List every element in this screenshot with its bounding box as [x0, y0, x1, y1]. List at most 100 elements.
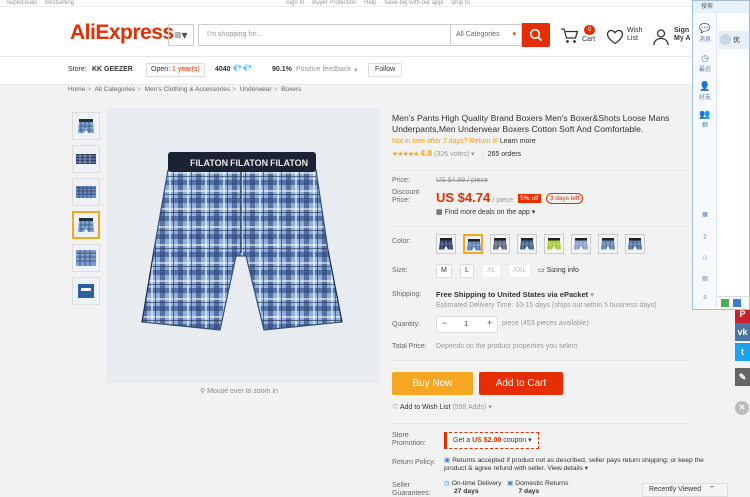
- logo-text: AliExpress: [70, 21, 174, 44]
- cart-link[interactable]: 0 Cart: [560, 25, 600, 49]
- chat-search[interactable]: 搜索: [693, 1, 749, 13]
- add-to-cart-button[interactable]: Add to Cart: [479, 372, 563, 395]
- settings-icon[interactable]: [733, 299, 741, 307]
- product-thumbnail[interactable]: [72, 145, 100, 173]
- product-page: SuperDeals Bestselling Sign In Buyer Pro…: [0, 0, 750, 497]
- clock-icon: ◷: [701, 53, 709, 63]
- recently-viewed-tab[interactable]: Recently Viewed ⌃: [642, 483, 728, 497]
- add-user-icon[interactable]: ⚇: [695, 255, 715, 262]
- heart-icon: ♡: [392, 404, 399, 411]
- chevron-down-icon[interactable]: ▾: [354, 66, 358, 74]
- plus-button[interactable]: +: [487, 318, 492, 328]
- open-value: 1 year(s): [172, 66, 200, 73]
- store-score[interactable]: 4040: [215, 66, 231, 73]
- breadcrumb-item[interactable]: All Categories: [95, 86, 135, 93]
- size-option-xl[interactable]: XL: [482, 264, 501, 278]
- color-swatch[interactable]: [598, 234, 618, 254]
- chat-search-placeholder: 搜索: [701, 4, 714, 10]
- heart-icon: [606, 29, 624, 45]
- size-option-xxl[interactable]: XXL: [508, 264, 532, 278]
- price-unit: / piece: [492, 197, 514, 204]
- breadcrumb-item[interactable]: Underwear: [240, 86, 272, 93]
- breadcrumb-item[interactable]: Home: [68, 86, 85, 93]
- vk-icon[interactable]: vk: [735, 323, 750, 341]
- wishlist-link[interactable]: Wish List: [606, 27, 646, 49]
- chat-tab-groups[interactable]: 👥 群: [695, 109, 715, 129]
- phone-icon[interactable]: ▯: [695, 233, 715, 240]
- category-menu-button[interactable]: ≡▾: [168, 24, 194, 46]
- group-icon: 👥: [699, 109, 711, 119]
- sizing-info-link[interactable]: ▭ Sizing info: [538, 266, 579, 274]
- view-details-link[interactable]: View details: [547, 465, 583, 472]
- product-thumbnail[interactable]: [72, 244, 100, 272]
- product-thumbnail[interactable]: [72, 277, 100, 305]
- guarantee-2: Domestic Returns: [515, 480, 569, 487]
- quantity-input[interactable]: 1: [464, 319, 468, 328]
- learn-more-link[interactable]: Learn more: [500, 138, 536, 145]
- chat-tab-friends[interactable]: 👤 好友: [695, 81, 715, 101]
- breadcrumb-item[interactable]: Boxers: [281, 86, 301, 93]
- guarantee-1: On-time Delivery: [451, 480, 502, 487]
- top-link-bestselling[interactable]: Bestselling: [45, 0, 74, 6]
- top-link-superdeals[interactable]: SuperDeals: [6, 0, 37, 6]
- product-info: Men's Pants High Quality Brand Boxers Me…: [392, 113, 690, 158]
- chevron-down-icon: ▾: [590, 290, 594, 299]
- color-swatch[interactable]: [517, 234, 537, 254]
- chat-tab-recent[interactable]: ◷ 最近: [695, 53, 715, 73]
- main-product-image[interactable]: FILATON FILATON FILATON: [106, 108, 380, 383]
- product-thumbnail[interactable]: [72, 178, 100, 206]
- color-swatch[interactable]: [490, 234, 510, 254]
- product-thumbnail-selected[interactable]: [72, 211, 100, 239]
- follow-button[interactable]: Follow: [368, 63, 403, 77]
- color-swatch[interactable]: [463, 234, 483, 254]
- account-link[interactable]: Sign My A: [652, 27, 692, 49]
- breadcrumb-item[interactable]: Men's Clothing & Accessories: [145, 86, 230, 93]
- menu-icon[interactable]: ≡: [695, 295, 715, 301]
- product-thumbnail[interactable]: [72, 112, 100, 140]
- days-left-badge: 3 days left: [545, 193, 584, 204]
- apps-icon[interactable]: ▦: [695, 211, 715, 218]
- top-link-app[interactable]: Save big with our app!: [384, 0, 443, 6]
- add-to-wishlist-link[interactable]: ♡ Add to Wish List (598 Adds) ▾: [392, 403, 492, 411]
- color-swatch[interactable]: [625, 234, 645, 254]
- guarantee-2-days: 7 days: [518, 488, 540, 495]
- folder-icon[interactable]: ▤: [695, 275, 715, 282]
- coupon-button[interactable]: Get a US $2.00 coupon ▾: [444, 432, 539, 449]
- edit-icon[interactable]: ✎: [735, 368, 750, 386]
- chat-contact[interactable]: 优: [718, 31, 749, 49]
- twitter-icon[interactable]: t: [735, 343, 750, 361]
- price-value: US $4.74: [436, 190, 491, 205]
- top-link-shipto[interactable]: Ship to: [451, 0, 470, 6]
- boxer-swatch-image: [601, 238, 615, 250]
- top-link-protection[interactable]: Buyer Protection: [312, 0, 356, 6]
- top-link-help[interactable]: Help: [364, 0, 376, 6]
- category-select-value: All Categories: [456, 31, 500, 38]
- chat-tab-messages[interactable]: 💬 消息: [695, 23, 715, 43]
- boxer-swatch-image: [493, 238, 507, 250]
- color-swatch[interactable]: [436, 234, 456, 254]
- app-deals-link[interactable]: ▦ Find more deals on the app ▾: [436, 208, 535, 216]
- shipping-method[interactable]: Free Shipping to United States via ePack…: [436, 290, 594, 299]
- contact-label: 优: [733, 37, 740, 44]
- search-input[interactable]: I'm shopping for...: [198, 24, 450, 46]
- size-option-l[interactable]: L: [460, 264, 474, 278]
- close-icon[interactable]: ✕: [735, 401, 749, 415]
- original-price: US $4.99 / piece: [436, 177, 488, 184]
- size-option-m[interactable]: M: [436, 264, 452, 278]
- return-icon: ▣: [507, 480, 514, 487]
- search-button[interactable]: [522, 23, 550, 47]
- top-link-signin[interactable]: Sign In: [286, 0, 305, 6]
- color-swatch[interactable]: [571, 234, 591, 254]
- zoom-hint-text: Mouse over to zoom in: [207, 388, 278, 395]
- rating-votes[interactable]: (326 votes): [434, 151, 469, 158]
- aliexpress-logo[interactable]: AliExpress: [70, 21, 174, 45]
- category-select[interactable]: All Categories ▾: [450, 24, 522, 46]
- buy-now-button[interactable]: Buy Now: [392, 372, 473, 395]
- color-swatch[interactable]: [544, 234, 564, 254]
- minus-button[interactable]: −: [442, 318, 447, 328]
- sizing-info-text: Sizing info: [546, 267, 579, 274]
- wishlist-label: Wish List: [627, 27, 643, 42]
- chevron-down-icon: ▾: [584, 465, 589, 472]
- user-icon: [653, 29, 669, 46]
- store-name[interactable]: KK GEEZER: [92, 66, 133, 73]
